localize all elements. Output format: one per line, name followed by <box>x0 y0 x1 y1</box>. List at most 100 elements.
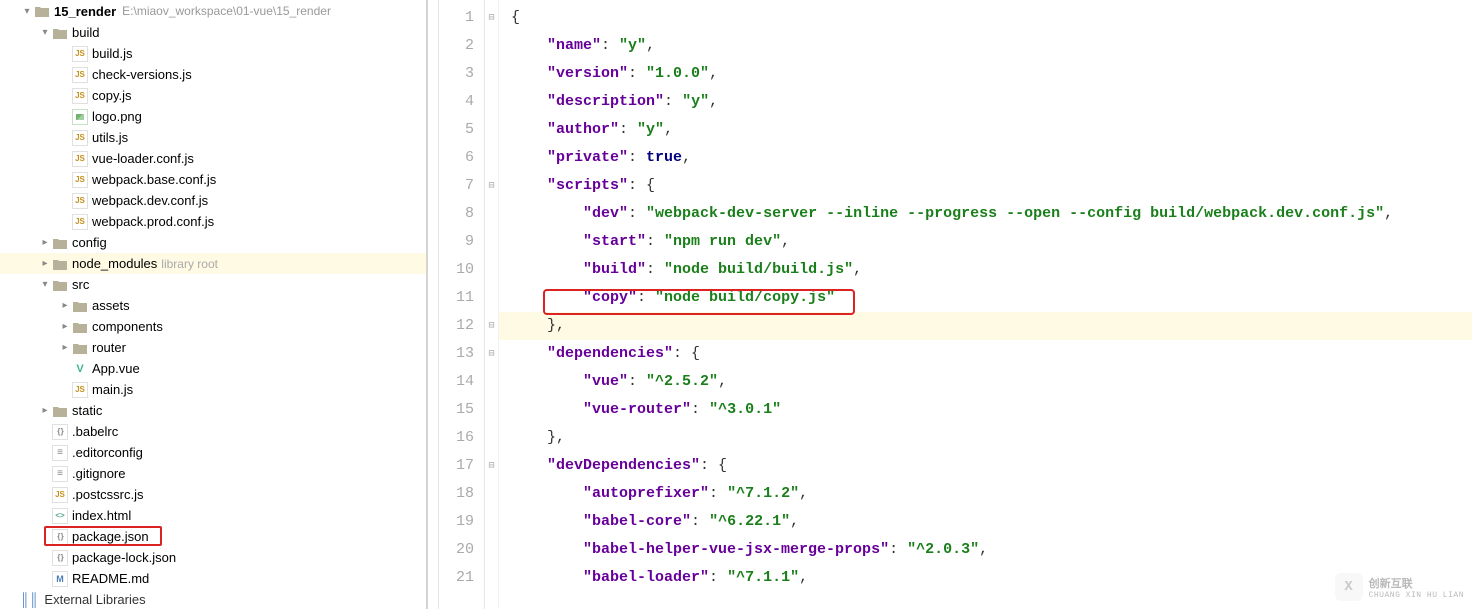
tree-item[interactable]: package-lock.json <box>0 547 426 568</box>
code-line[interactable]: "scripts": { <box>499 172 1472 200</box>
line-number[interactable]: 10 <box>439 256 484 284</box>
tree-item[interactable]: App.vue <box>0 358 426 379</box>
chevron-right-icon[interactable]: ▸ <box>38 236 52 250</box>
tree-item[interactable]: vue-loader.conf.js <box>0 148 426 169</box>
line-number[interactable]: 8 <box>439 200 484 228</box>
line-number[interactable]: 7 <box>439 172 484 200</box>
tree-item[interactable]: logo.png <box>0 106 426 127</box>
code-line[interactable]: }, <box>499 312 1472 340</box>
tree-item[interactable]: webpack.prod.conf.js <box>0 211 426 232</box>
tree-item-label: src <box>72 277 89 292</box>
chevron-right-icon[interactable]: ▸ <box>38 404 52 418</box>
code-line[interactable]: "dependencies": { <box>499 340 1472 368</box>
tree-item[interactable]: .postcssrc.js <box>0 484 426 505</box>
code-line[interactable]: "babel-core": "^6.22.1", <box>499 508 1472 536</box>
tree-item[interactable]: ▸components <box>0 316 426 337</box>
code-line[interactable]: "vue": "^2.5.2", <box>499 368 1472 396</box>
tree-item-label: logo.png <box>92 109 142 124</box>
line-number[interactable]: 20 <box>439 536 484 564</box>
tree-item[interactable]: .editorconfig <box>0 442 426 463</box>
line-number[interactable]: 2 <box>439 32 484 60</box>
fold-marker[interactable]: ⊟ <box>485 172 498 200</box>
tree-item-label: webpack.dev.conf.js <box>92 193 208 208</box>
tree-item[interactable]: index.html <box>0 505 426 526</box>
external-libraries[interactable]: ║║ External Libraries <box>0 589 426 609</box>
tree-item[interactable]: ▾build <box>0 22 426 43</box>
code-line[interactable]: "author": "y", <box>499 116 1472 144</box>
code-line[interactable]: "babel-loader": "^7.1.1", <box>499 564 1472 592</box>
fold-marker <box>485 228 498 256</box>
code-line[interactable]: "copy": "node build/copy.js" <box>499 284 1472 312</box>
code-line[interactable]: "start": "npm run dev", <box>499 228 1472 256</box>
tree-item[interactable]: copy.js <box>0 85 426 106</box>
chevron-down-icon[interactable]: ▾ <box>38 26 52 40</box>
line-number[interactable]: 9 <box>439 228 484 256</box>
code-line[interactable]: "dev": "webpack-dev-server --inline --pr… <box>499 200 1472 228</box>
code-line[interactable]: "private": true, <box>499 144 1472 172</box>
line-number[interactable]: 14 <box>439 368 484 396</box>
chevron-down-icon[interactable]: ▾ <box>38 278 52 292</box>
chevron-down-icon[interactable]: ▾ <box>20 4 34 18</box>
line-number[interactable]: 18 <box>439 480 484 508</box>
code-line[interactable]: "vue-router": "^3.0.1" <box>499 396 1472 424</box>
line-number[interactable]: 13 <box>439 340 484 368</box>
line-number[interactable]: 16 <box>439 424 484 452</box>
line-number[interactable]: 11 <box>439 284 484 312</box>
tree-item[interactable]: README.md <box>0 568 426 589</box>
line-number[interactable]: 1 <box>439 4 484 32</box>
tree-item[interactable]: build.js <box>0 43 426 64</box>
line-number[interactable]: 12 <box>439 312 484 340</box>
fold-marker <box>485 284 498 312</box>
line-number[interactable]: 17 <box>439 452 484 480</box>
line-number[interactable]: 15 <box>439 396 484 424</box>
code-line[interactable]: "babel-helper-vue-jsx-merge-props": "^2.… <box>499 536 1472 564</box>
line-number[interactable]: 4 <box>439 88 484 116</box>
tree-item[interactable]: ▸static <box>0 400 426 421</box>
tree-item[interactable]: .babelrc <box>0 421 426 442</box>
chevron-right-icon[interactable]: ▸ <box>38 257 52 271</box>
code-line[interactable]: }, <box>499 424 1472 452</box>
fold-marker[interactable]: ⊟ <box>485 312 498 340</box>
tree-item[interactable]: ▸router <box>0 337 426 358</box>
tree-item[interactable]: .gitignore <box>0 463 426 484</box>
line-number[interactable]: 19 <box>439 508 484 536</box>
project-tree-panel[interactable]: ▾ 15_render E:\miaov_workspace\01-vue\15… <box>0 0 427 609</box>
code-area[interactable]: { "name": "y", "version": "1.0.0", "desc… <box>499 0 1472 609</box>
tree-item[interactable]: ▾ src <box>0 274 426 295</box>
tree-item[interactable]: ▸assets <box>0 295 426 316</box>
tree-item[interactable]: ▸node_moduleslibrary root <box>0 253 426 274</box>
code-line[interactable]: "description": "y", <box>499 88 1472 116</box>
tree-item[interactable]: check-versions.js <box>0 64 426 85</box>
tree-item[interactable]: main.js <box>0 379 426 400</box>
breadcrumb[interactable]: ▾ 15_render E:\miaov_workspace\01-vue\15… <box>0 0 426 22</box>
code-line[interactable]: "devDependencies": { <box>499 452 1472 480</box>
tree-item[interactable]: webpack.dev.conf.js <box>0 190 426 211</box>
fold-gutter[interactable]: ⊟⊟⊟⊟⊟ <box>485 0 499 609</box>
fold-marker[interactable]: ⊟ <box>485 340 498 368</box>
file-tree[interactable]: ▾buildbuild.jscheck-versions.jscopy.js lo… <box>0 22 426 589</box>
chevron-right-icon[interactable]: ▸ <box>58 299 72 313</box>
line-number[interactable]: 21 <box>439 564 484 592</box>
tree-item[interactable]: utils.js <box>0 127 426 148</box>
line-number[interactable]: 6 <box>439 144 484 172</box>
tree-item-label: webpack.base.conf.js <box>92 172 216 187</box>
tree-item[interactable]: webpack.base.conf.js <box>0 169 426 190</box>
code-line[interactable]: "version": "1.0.0", <box>499 60 1472 88</box>
chevron-right-icon[interactable]: ▸ <box>58 341 72 355</box>
code-line[interactable]: "name": "y", <box>499 32 1472 60</box>
chevron-right-icon[interactable]: ▸ <box>58 320 72 334</box>
fold-marker[interactable]: ⊟ <box>485 452 498 480</box>
code-line[interactable]: { <box>499 4 1472 32</box>
fold-marker[interactable]: ⊟ <box>485 4 498 32</box>
code-editor[interactable]: 123456789101112131415161718192021 ⊟⊟⊟⊟⊟ … <box>431 0 1472 609</box>
line-number[interactable]: 3 <box>439 60 484 88</box>
line-number[interactable]: 5 <box>439 116 484 144</box>
folder-icon <box>52 403 68 419</box>
line-number-gutter[interactable]: 123456789101112131415161718192021 <box>439 0 485 609</box>
code-line[interactable]: "autoprefixer": "^7.1.2", <box>499 480 1472 508</box>
tree-item[interactable]: ▸config <box>0 232 426 253</box>
tree-item-label: .postcssrc.js <box>72 487 144 502</box>
code-line[interactable]: "build": "node build/build.js", <box>499 256 1472 284</box>
fold-marker <box>485 32 498 60</box>
tree-item[interactable]: package.json <box>0 526 426 547</box>
